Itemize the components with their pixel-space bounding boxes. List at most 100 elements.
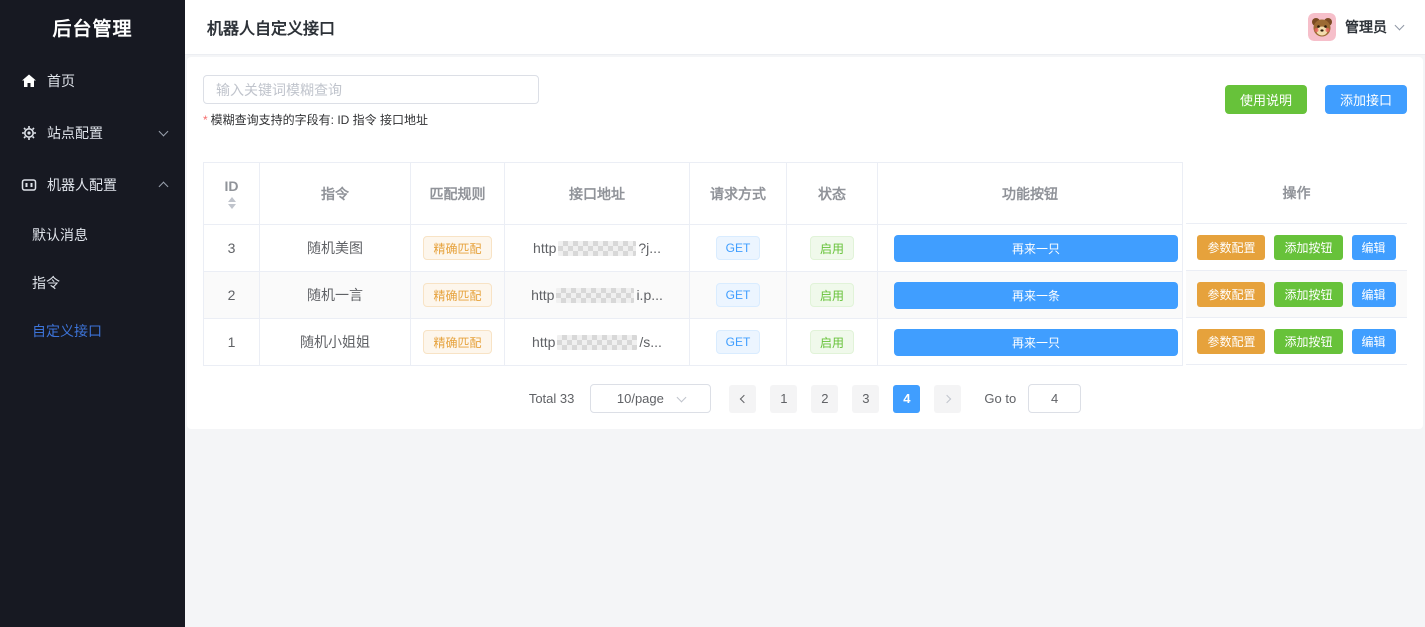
param-config-button[interactable]: 参数配置: [1197, 235, 1265, 260]
cell-match-rule: 精确匹配: [411, 272, 505, 319]
operations-row: 参数配置 添加按钮 编辑: [1186, 318, 1407, 365]
robot-icon: [20, 177, 37, 194]
cell-command: 随机一言: [260, 272, 411, 319]
operations-row: 参数配置 添加按钮 编辑: [1186, 271, 1407, 318]
page-size-select[interactable]: 10/page: [590, 384, 711, 413]
search-hint: *模糊查询支持的字段有: ID 指令 接口地址: [203, 111, 539, 128]
method-tag: GET: [716, 236, 761, 260]
chevron-down-icon: [1395, 21, 1405, 31]
table-header-row: ID 指令 匹配规则 接口地址 请求方式 状态 功能按钮: [204, 163, 1183, 225]
sidebar-item-default-message[interactable]: 默认消息: [0, 211, 185, 259]
redacted-url-mosaic: [556, 288, 634, 303]
bear-avatar-icon: [1308, 13, 1336, 41]
next-page-button[interactable]: [934, 385, 961, 413]
column-header-api-url: 接口地址: [505, 163, 690, 225]
sidebar-subitem-label: 指令: [32, 273, 60, 293]
column-header-match-rule: 匹配规则: [411, 163, 505, 225]
func-button[interactable]: 再来一只: [894, 329, 1178, 356]
main-area: 机器人自定义接口 管理员: [185, 0, 1425, 627]
content-panel: *模糊查询支持的字段有: ID 指令 接口地址 使用说明 添加接口 ID: [187, 57, 1423, 429]
cell-command: 随机美图: [260, 225, 411, 272]
page-title: 机器人自定义接口: [207, 15, 335, 39]
add-api-button[interactable]: 添加接口: [1325, 85, 1407, 114]
column-header-command: 指令: [260, 163, 411, 225]
func-button[interactable]: 再来一只: [894, 235, 1178, 262]
sidebar: 后台管理 首页 站点配置: [0, 0, 185, 627]
user-menu[interactable]: 管理员: [1308, 13, 1403, 41]
table-row: 3 随机美图 精确匹配 http?j... GET 启用: [204, 225, 1183, 272]
column-header-id-sortable[interactable]: ID: [204, 163, 260, 225]
goto-page-input[interactable]: [1028, 384, 1081, 413]
table-main: ID 指令 匹配规则 接口地址 请求方式 状态 功能按钮: [203, 162, 1183, 366]
sidebar-item-robot-config[interactable]: 机器人配置: [0, 159, 185, 211]
sidebar-item-custom-api[interactable]: 自定义接口: [0, 307, 185, 355]
add-button-button[interactable]: 添加按钮: [1274, 235, 1342, 260]
topbar: 机器人自定义接口 管理员: [185, 0, 1425, 55]
usage-help-button[interactable]: 使用说明: [1225, 85, 1307, 114]
column-header-func-button: 功能按钮: [878, 163, 1183, 225]
search-input[interactable]: [203, 75, 539, 104]
table-fixed-operations: 操作 参数配置 添加按钮 编辑 参数配置 添加按钮 编辑: [1186, 162, 1407, 366]
cell-status: 启用: [787, 225, 878, 272]
cell-match-rule: 精确匹配: [411, 319, 505, 366]
page-button-3[interactable]: 3: [852, 385, 879, 413]
cell-id: 2: [204, 272, 260, 319]
cell-status: 启用: [787, 319, 878, 366]
chevron-up-icon: [159, 182, 169, 192]
pagination: Total 33 10/page 1 2 3 4 Go to: [203, 384, 1407, 413]
required-asterisk: *: [203, 113, 208, 127]
page-button-4-active[interactable]: 4: [893, 385, 920, 413]
cell-func-button: 再来一只: [878, 225, 1183, 272]
page-button-1[interactable]: 1: [770, 385, 797, 413]
sidebar-item-site-config[interactable]: 站点配置: [0, 107, 185, 159]
column-header-status: 状态: [787, 163, 878, 225]
page-button-2[interactable]: 2: [811, 385, 838, 413]
redacted-url-mosaic: [557, 335, 637, 350]
param-config-button[interactable]: 参数配置: [1197, 329, 1265, 354]
toolbar-buttons: 使用说明 添加接口: [1225, 85, 1407, 114]
chevron-down-icon: [676, 392, 686, 402]
status-tag: 启用: [810, 330, 854, 354]
page-size-value: 10/page: [617, 391, 664, 406]
status-tag: 启用: [810, 283, 854, 307]
cell-api-url: httpi.p...: [505, 272, 690, 319]
param-config-button[interactable]: 参数配置: [1197, 282, 1265, 307]
sidebar-subitem-label: 默认消息: [32, 225, 88, 245]
pagination-total: Total 33: [529, 391, 575, 406]
method-tag: GET: [716, 330, 761, 354]
cell-method: GET: [690, 272, 787, 319]
sidebar-item-home[interactable]: 首页: [0, 55, 185, 107]
cell-id: 3: [204, 225, 260, 272]
edit-button[interactable]: 编辑: [1352, 329, 1396, 354]
prev-page-button[interactable]: [729, 385, 756, 413]
goto-label: Go to: [984, 391, 1016, 406]
edit-button[interactable]: 编辑: [1352, 235, 1396, 260]
cell-method: GET: [690, 319, 787, 366]
sidebar-item-commands[interactable]: 指令: [0, 259, 185, 307]
func-button[interactable]: 再来一条: [894, 282, 1178, 309]
cell-status: 启用: [787, 272, 878, 319]
app-window: 后台管理 首页 站点配置: [0, 0, 1425, 627]
edit-button[interactable]: 编辑: [1352, 282, 1396, 307]
sort-icon: [228, 197, 236, 209]
cell-command: 随机小姐姐: [260, 319, 411, 366]
cell-api-url: http?j...: [505, 225, 690, 272]
user-name: 管理员: [1345, 17, 1387, 37]
add-button-button[interactable]: 添加按钮: [1274, 329, 1342, 354]
cell-api-url: http/s...: [505, 319, 690, 366]
cell-func-button: 再来一只: [878, 319, 1183, 366]
api-table: ID 指令 匹配规则 接口地址 请求方式 状态 功能按钮: [203, 162, 1407, 366]
gear-icon: [20, 125, 37, 142]
cell-match-rule: 精确匹配: [411, 225, 505, 272]
redacted-url-mosaic: [558, 241, 636, 256]
cell-func-button: 再来一条: [878, 272, 1183, 319]
cell-method: GET: [690, 225, 787, 272]
app-title: 后台管理: [0, 0, 185, 55]
match-rule-tag: 精确匹配: [423, 236, 491, 260]
add-button-button[interactable]: 添加按钮: [1274, 282, 1342, 307]
home-icon: [20, 73, 37, 90]
table-row: 1 随机小姐姐 精确匹配 http/s... GET 启用: [204, 319, 1183, 366]
sidebar-nav: 首页 站点配置: [0, 55, 185, 355]
cell-id: 1: [204, 319, 260, 366]
match-rule-tag: 精确匹配: [423, 283, 491, 307]
